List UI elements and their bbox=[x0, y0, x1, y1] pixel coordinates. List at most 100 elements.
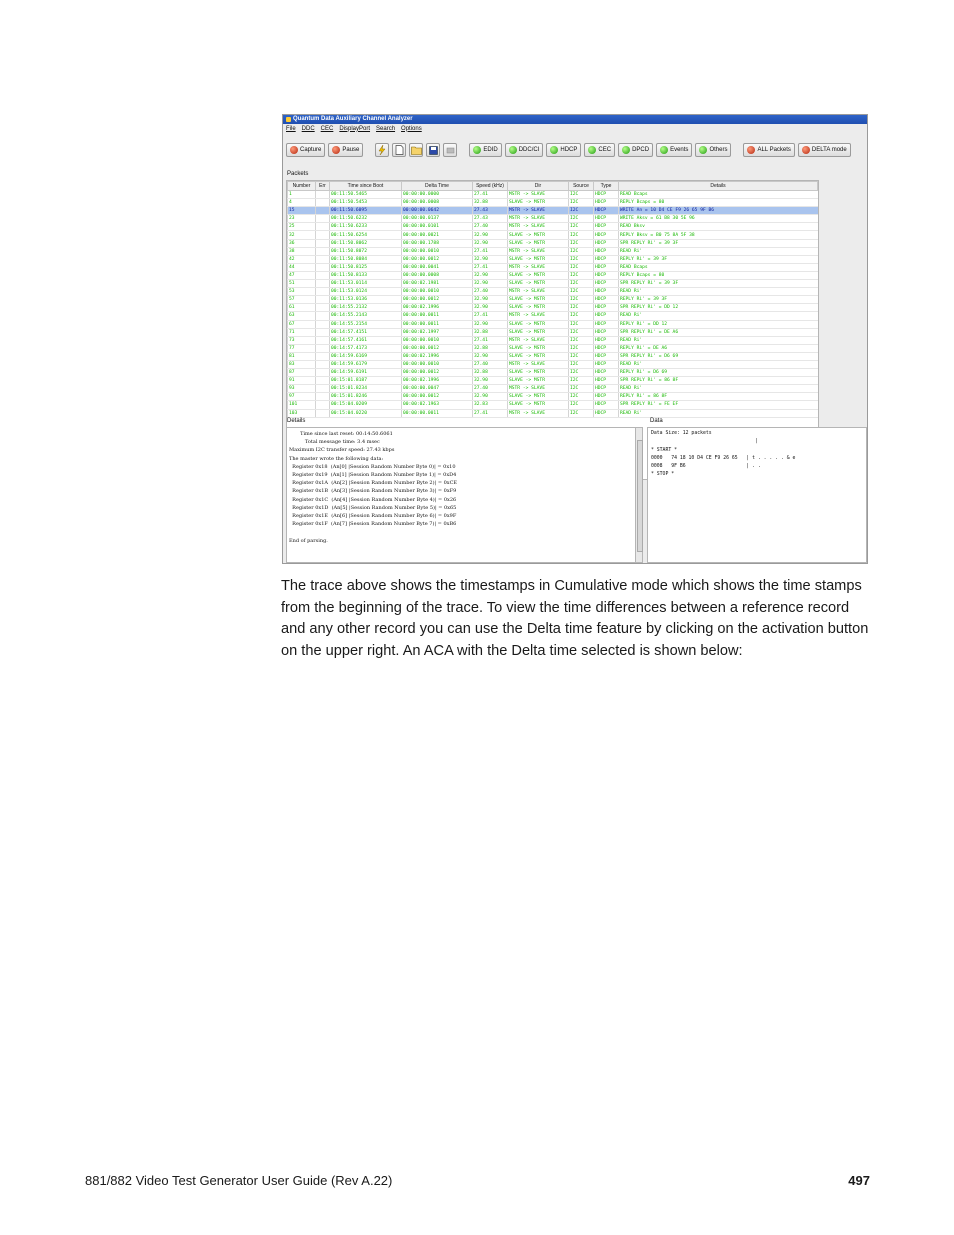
table-cell: 91 bbox=[287, 376, 316, 386]
table-row[interactable]: 44 00:11:50.8125 00:00:00.0041 27.41 MSTR ->… bbox=[287, 263, 818, 272]
table-row[interactable]: 42 00:11:50.8084 00:00:00.0012 32.90 SLAVE -… bbox=[287, 255, 818, 264]
table-cell bbox=[315, 239, 330, 248]
table-row[interactable]: 101 00:15:04.0209 00:00:02.1963 32.83 SLAVE … bbox=[287, 400, 818, 410]
table-cell: 00:11:50.6254 bbox=[329, 230, 402, 240]
pause-icon bbox=[332, 146, 341, 154]
table-cell: I2C bbox=[568, 400, 594, 410]
table-cell: 00:15:04.0209 bbox=[329, 400, 402, 410]
menu-options[interactable]: Options bbox=[401, 126, 422, 132]
new-button[interactable] bbox=[392, 143, 407, 157]
table-cell: SLAVE -> MSTR bbox=[507, 344, 569, 353]
filter-others-button[interactable]: Others bbox=[695, 143, 732, 157]
details-pane[interactable]: Time since last reset: 00:14:50.6061 Tot… bbox=[286, 427, 636, 563]
table-row[interactable]: 63 00:14:55.2143 00:00:00.0011 27.41 MSTR ->… bbox=[287, 311, 818, 321]
filter-cec-button[interactable]: CEC bbox=[584, 143, 616, 157]
table-row[interactable]: 81 00:14:59.6169 00:00:02.1996 32.90 SLAVE -… bbox=[287, 352, 818, 361]
column-header[interactable]: Time since Boot bbox=[329, 181, 402, 191]
table-cell: SLAVE -> MSTR bbox=[507, 295, 569, 305]
table-cell: 51 bbox=[287, 279, 316, 289]
table-cell: 00:11:50.8125 bbox=[329, 263, 402, 272]
table-cell: 00:11:53.0136 bbox=[329, 295, 402, 305]
details-label: Details bbox=[287, 418, 306, 424]
menu-cec[interactable]: CEC bbox=[321, 126, 334, 132]
table-cell bbox=[315, 255, 330, 264]
table-cell: 32.90 bbox=[472, 320, 508, 329]
print-button[interactable] bbox=[443, 143, 458, 157]
column-header[interactable]: Err bbox=[315, 181, 330, 191]
table-cell: 00:00:00.0012 bbox=[401, 392, 473, 402]
filter-hdcp-button[interactable]: HDCP bbox=[546, 143, 582, 157]
table-row[interactable]: 4 00:11:50.5453 00:00:00.0008 32.88 SLAVE ->… bbox=[287, 198, 818, 208]
pause-button[interactable]: Pause bbox=[328, 143, 364, 157]
table-cell: I2C bbox=[568, 198, 594, 208]
table-cell: I2C bbox=[568, 303, 594, 313]
filter-on-icon bbox=[550, 146, 559, 154]
table-row[interactable]: 97 00:15:01.8246 00:00:00.0012 32.90 SLAVE -… bbox=[287, 392, 818, 402]
table-row[interactable]: 103 00:15:04.0220 00:00:00.0011 27.41 MSTR -… bbox=[287, 409, 818, 418]
all-packets-button[interactable]: ALL Packets bbox=[743, 143, 795, 157]
capture-button[interactable]: Capture bbox=[286, 143, 326, 157]
table-cell: I2C bbox=[568, 352, 594, 361]
open-button[interactable] bbox=[409, 143, 424, 157]
table-row[interactable]: 91 00:15:01.8187 00:00:02.1996 32.90 SLAVE -… bbox=[287, 376, 818, 386]
menu-search[interactable]: Search bbox=[376, 126, 395, 132]
save-button[interactable] bbox=[426, 143, 441, 157]
table-row[interactable]: 15 00:11:50.6095 00:00:00.0642 27.43 MSTR ->… bbox=[287, 206, 818, 216]
table-cell: MSTR -> SLAVE bbox=[507, 409, 569, 418]
clear-button[interactable] bbox=[375, 143, 390, 157]
filter-edid-button[interactable]: EDID bbox=[469, 143, 502, 157]
filter-events-button[interactable]: Events bbox=[656, 143, 693, 157]
column-header[interactable]: Type bbox=[593, 181, 619, 191]
table-row[interactable]: 93 00:15:01.8234 00:00:00.0047 27.40 MSTR ->… bbox=[287, 384, 818, 394]
table-row[interactable]: 61 00:14:55.2132 00:00:02.1996 32.90 SLAVE -… bbox=[287, 303, 818, 313]
table-cell: SPR REPLY Ri' = D6 69 bbox=[618, 352, 818, 361]
menu-displayport[interactable]: DisplayPort bbox=[339, 126, 370, 132]
table-cell: READ Ri' bbox=[618, 287, 818, 297]
table-cell: REPLY Ri' = DE A6 bbox=[618, 344, 818, 353]
table-row[interactable]: 73 00:14:57.4161 00:00:00.0010 27.41 MSTR ->… bbox=[287, 336, 818, 345]
delta-mode-button[interactable]: DELTA mode bbox=[797, 143, 851, 157]
table-cell: I2C bbox=[568, 279, 594, 289]
table-row[interactable]: 36 00:11:50.8062 00:00:00.1788 32.90 SLAVE -… bbox=[287, 239, 818, 248]
data-line: * STOP * bbox=[651, 472, 675, 478]
toggle-icon bbox=[801, 146, 810, 154]
menu-ddc[interactable]: DDC bbox=[302, 126, 315, 132]
column-header[interactable]: Delta Time bbox=[401, 181, 473, 191]
table-cell: 00:00:00.0010 bbox=[401, 247, 473, 256]
table-row[interactable]: 53 00:11:53.0124 00:00:00.0010 27.40 MSTR ->… bbox=[287, 287, 818, 297]
details-scrollbar[interactable] bbox=[635, 427, 643, 563]
column-header[interactable]: Number bbox=[287, 181, 316, 191]
filter-ddcci-button[interactable]: DDC/CI bbox=[504, 143, 544, 157]
column-header[interactable]: Speed (kHz) bbox=[472, 181, 508, 191]
table-row[interactable]: 83 00:14:59.6179 00:00:00.0010 27.40 MSTR ->… bbox=[287, 360, 818, 370]
table-cell: 00:00:00.0000 bbox=[401, 190, 473, 200]
table-row[interactable]: 87 00:14:59.6191 00:00:00.0012 32.88 SLAVE -… bbox=[287, 368, 818, 378]
table-row[interactable]: 51 00:11:53.0114 00:00:02.1981 32.90 SLAVE -… bbox=[287, 279, 818, 289]
menu-file[interactable]: File bbox=[286, 126, 296, 132]
table-row[interactable]: 23 00:11:50.6232 00:00:00.0137 27.43 MSTR ->… bbox=[287, 214, 818, 224]
table-row[interactable]: 67 00:14:55.2154 00:00:00.0011 32.90 SLAVE -… bbox=[287, 320, 818, 329]
table-cell: READ Bcaps bbox=[618, 263, 818, 272]
table-row[interactable]: 38 00:11:50.8072 00:00:00.0010 27.41 MSTR ->… bbox=[287, 247, 818, 256]
scroll-thumb[interactable] bbox=[637, 440, 643, 552]
table-row[interactable]: 47 00:11:50.8133 00:00:00.0008 32.90 SLAVE -… bbox=[287, 271, 818, 281]
column-header[interactable]: Source bbox=[568, 181, 594, 191]
filter-dpcd-button[interactable]: DPCD bbox=[618, 143, 654, 157]
column-header[interactable]: Details bbox=[618, 181, 818, 191]
table-row[interactable]: 1 00:11:50.5465 00:00:00.0000 27.41 MSTR -> … bbox=[287, 190, 818, 200]
table-cell: 00:00:00.0008 bbox=[401, 198, 473, 208]
table-cell: I2C bbox=[568, 295, 594, 305]
table-cell: 27.41 bbox=[472, 409, 508, 418]
table-cell: MSTR -> SLAVE bbox=[507, 247, 569, 256]
column-header[interactable]: Dir bbox=[507, 181, 569, 191]
folder-icon bbox=[411, 146, 422, 155]
table-row[interactable]: 77 00:14:57.4173 00:00:00.0012 32.88 SLAVE -… bbox=[287, 344, 818, 353]
table-row[interactable]: 57 00:11:53.0136 00:00:00.0012 32.90 SLAVE -… bbox=[287, 295, 818, 305]
menu-bar: File DDC CEC DisplayPort Search Options bbox=[283, 124, 867, 133]
data-pane[interactable]: Data Size: 12 packets | * START * 0000 74 … bbox=[647, 427, 867, 563]
table-row[interactable]: 71 00:14:57.4151 00:00:02.1997 32.88 SLAVE -… bbox=[287, 328, 818, 337]
table-cell: SPR REPLY Ri' = DE A6 bbox=[618, 328, 818, 337]
table-cell: I2C bbox=[568, 368, 594, 378]
table-row[interactable]: 32 00:11:50.6254 00:00:00.0021 32.90 SLAVE -… bbox=[287, 230, 818, 240]
table-row[interactable]: 25 00:11:50.6233 00:00:00.0101 27.40 MSTR ->… bbox=[287, 222, 818, 232]
